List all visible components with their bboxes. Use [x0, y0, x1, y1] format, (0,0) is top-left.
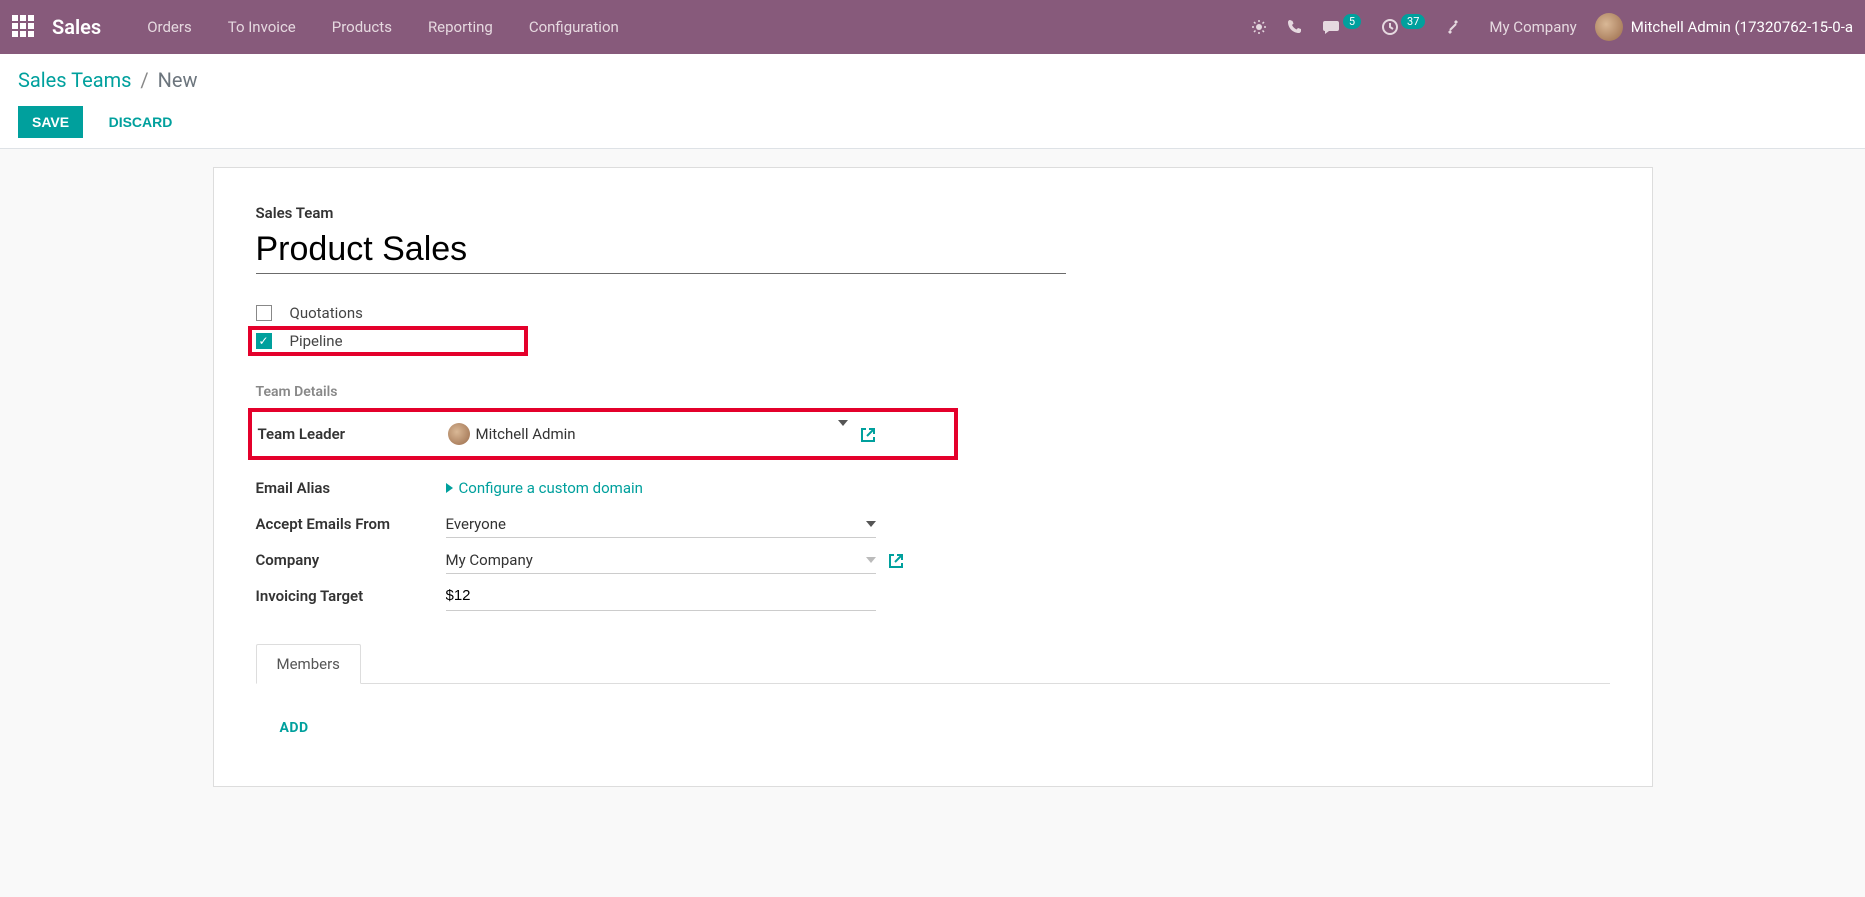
breadcrumb-current: New: [158, 68, 198, 92]
chevron-down-icon[interactable]: [866, 521, 876, 527]
arrow-right-icon: [446, 479, 455, 497]
company-label: Company: [256, 551, 446, 569]
nav-reporting[interactable]: Reporting: [428, 18, 493, 36]
invoicing-target-row: Invoicing Target: [256, 578, 1610, 614]
invoicing-target-input[interactable]: [446, 581, 876, 611]
pipeline-label: Pipeline: [290, 332, 343, 350]
debug-icon[interactable]: [1251, 19, 1267, 35]
highlight-team-leader: Team Leader Mitchell Admin: [248, 408, 958, 460]
save-button[interactable]: Save: [18, 106, 83, 138]
external-link-icon[interactable]: [860, 425, 876, 443]
email-alias-label: Email Alias: [256, 479, 446, 497]
configure-domain-link[interactable]: Configure a custom domain: [446, 479, 643, 497]
accept-emails-row: Accept Emails From Everyone: [256, 506, 1610, 542]
tab-content-members: ADD: [256, 683, 1610, 736]
activity-icon[interactable]: 37: [1381, 18, 1425, 36]
discard-button[interactable]: Discard: [95, 106, 187, 138]
email-alias-row: Email Alias Configure a custom domain: [256, 470, 1610, 506]
accept-emails-value: Everyone: [446, 515, 506, 533]
team-name-input[interactable]: [256, 228, 1066, 274]
user-avatar[interactable]: [1595, 13, 1623, 41]
company-row: Company My Company: [256, 542, 1610, 578]
invoicing-target-label: Invoicing Target: [256, 587, 446, 605]
subheader: Sales Teams / New Save Discard: [0, 54, 1865, 149]
accept-emails-label: Accept Emails From: [256, 515, 446, 533]
nav-products[interactable]: Products: [332, 18, 392, 36]
pipeline-checkbox-row[interactable]: ✓ Pipeline: [256, 332, 520, 350]
team-leader-value: Mitchell Admin: [476, 425, 576, 443]
team-leader-avatar: [448, 423, 470, 445]
tools-icon[interactable]: [1445, 19, 1461, 35]
company-switcher[interactable]: My Company: [1489, 18, 1576, 36]
team-leader-row: Team Leader Mitchell Admin: [258, 416, 948, 452]
topbar: Sales Orders To Invoice Products Reporti…: [0, 0, 1865, 54]
company-field[interactable]: My Company: [446, 547, 876, 574]
team-details-heading: Team Details: [256, 384, 1610, 400]
activity-badge: 37: [1401, 14, 1425, 29]
accept-emails-field[interactable]: Everyone: [446, 511, 876, 538]
company-value: My Company: [446, 551, 533, 569]
apps-grid-icon[interactable]: [12, 15, 36, 39]
phone-icon[interactable]: [1287, 19, 1303, 35]
quotations-checkbox-row[interactable]: Quotations: [256, 304, 1610, 322]
user-name[interactable]: Mitchell Admin (17320762-15-0-a: [1631, 18, 1853, 36]
title-label: Sales Team: [256, 204, 1610, 222]
highlight-pipeline: ✓ Pipeline: [248, 326, 528, 356]
quotations-label: Quotations: [290, 304, 363, 322]
breadcrumb: Sales Teams / New: [18, 68, 1847, 92]
team-leader-label: Team Leader: [258, 425, 448, 443]
add-member-button[interactable]: ADD: [280, 720, 309, 736]
email-alias-field: Configure a custom domain: [446, 479, 643, 497]
quotations-checkbox[interactable]: [256, 305, 272, 321]
nav-to-invoice[interactable]: To Invoice: [228, 18, 296, 36]
external-link-icon[interactable]: [888, 551, 904, 569]
chat-badge: 5: [1343, 14, 1361, 29]
chat-icon[interactable]: 5: [1323, 19, 1361, 35]
form-sheet: Sales Team Quotations ✓ Pipeline Team De…: [213, 167, 1653, 787]
chevron-down-icon[interactable]: [838, 426, 848, 442]
app-name: Sales: [52, 15, 101, 39]
tabs: Members ADD: [256, 644, 1610, 736]
invoicing-target-field: [446, 581, 876, 611]
breadcrumb-sep: /: [140, 68, 148, 92]
team-leader-field[interactable]: Mitchell Admin: [448, 423, 848, 445]
pipeline-checkbox[interactable]: ✓: [256, 333, 272, 349]
breadcrumb-root[interactable]: Sales Teams: [18, 68, 131, 92]
nav-orders[interactable]: Orders: [147, 18, 192, 36]
nav-configuration[interactable]: Configuration: [529, 18, 619, 36]
chevron-down-icon[interactable]: [866, 557, 876, 563]
tab-members[interactable]: Members: [256, 644, 361, 684]
